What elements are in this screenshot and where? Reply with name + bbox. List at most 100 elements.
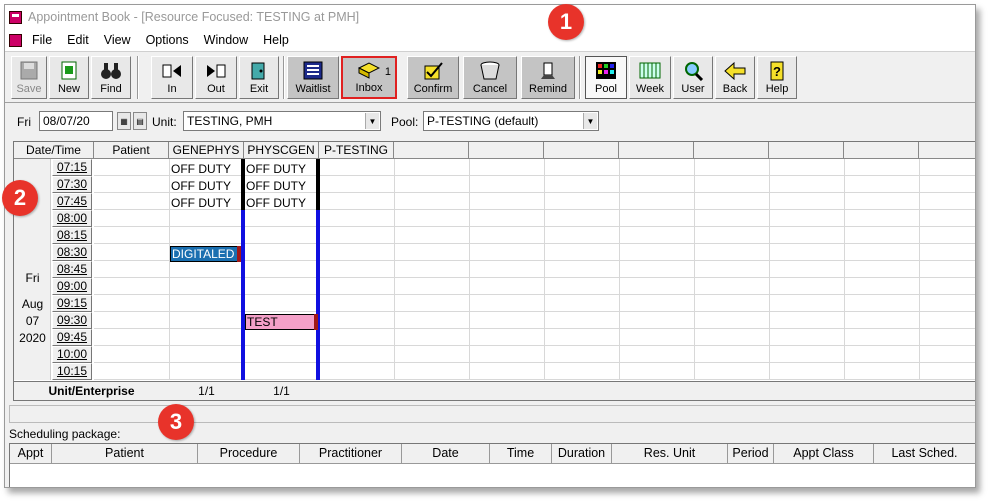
time-slot[interactable]: 09:00 — [52, 278, 92, 295]
save-icon — [20, 61, 38, 80]
callout-badge-1: 1 — [548, 4, 584, 40]
sched-col-practitioner[interactable]: Practitioner — [300, 444, 402, 464]
trash-icon — [480, 61, 500, 80]
date-input[interactable]: 08/07/20 — [39, 111, 113, 131]
sched-col-date[interactable]: Date — [402, 444, 490, 464]
header-datetime[interactable]: Date/Time — [14, 142, 94, 159]
appointment-digitaled[interactable]: DIGITALED — [170, 246, 240, 262]
confirm-button[interactable]: Confirm — [407, 56, 459, 99]
time-slot[interactable]: 09:30 — [52, 312, 92, 329]
time-slot[interactable]: 07:45 — [52, 193, 92, 210]
cancel-button[interactable]: Cancel — [463, 56, 517, 99]
chevron-down-icon[interactable]: ▼ — [583, 113, 597, 129]
toolbar-separator — [283, 56, 285, 99]
new-button[interactable]: New — [49, 56, 89, 99]
time-slot[interactable]: 08:45 — [52, 261, 92, 278]
header-p-testing[interactable]: P-TESTING — [319, 142, 394, 159]
waitlist-button[interactable]: Waitlist — [287, 56, 339, 99]
save-button[interactable]: Save — [11, 56, 47, 99]
binoculars-icon — [101, 63, 121, 79]
scheduling-package-label: Scheduling package: — [9, 427, 121, 441]
pool-button[interactable]: Pool — [585, 56, 627, 99]
sched-col-last-sched[interactable]: Last Sched. — [874, 444, 975, 464]
sched-col-appt[interactable]: Appt — [10, 444, 52, 464]
chevron-down-icon[interactable]: ▼ — [365, 113, 379, 129]
sched-col-time[interactable]: Time — [490, 444, 552, 464]
appointment-grid: Date/Time Patient GENEPHYS PHYSCGEN P-TE… — [13, 141, 975, 401]
calendar-icon[interactable]: ▦ — [117, 112, 131, 130]
magnifier-icon — [685, 62, 704, 81]
toolbar: Save New Find In Out Exit Waitlist 1 Inb… — [5, 51, 975, 103]
sched-col-patient[interactable]: Patient — [52, 444, 198, 464]
menu-help[interactable]: Help — [263, 33, 289, 47]
date-year: 2020 — [19, 331, 46, 345]
document-icon[interactable] — [9, 33, 22, 47]
inbox-button[interactable]: 1 Inbox — [341, 56, 397, 99]
week-button[interactable]: Week — [629, 56, 671, 99]
remind-button[interactable]: Remind — [521, 56, 575, 99]
grid-column-line — [694, 159, 695, 380]
header-empty — [544, 142, 619, 159]
sched-col-duration[interactable]: Duration — [552, 444, 612, 464]
header-physcgen[interactable]: PHYSCGEN — [244, 142, 319, 159]
help-button[interactable]: ? Help — [757, 56, 797, 99]
help-icon: ? — [770, 61, 784, 81]
sched-col-period[interactable]: Period — [728, 444, 774, 464]
header-empty — [394, 142, 469, 159]
scheduling-splitter[interactable] — [9, 405, 975, 423]
check-out-button[interactable]: Out — [195, 56, 237, 99]
unit-select[interactable]: TESTING, PMH ▼ — [183, 111, 381, 131]
menu-file[interactable]: File — [32, 33, 52, 47]
header-empty — [919, 142, 975, 159]
pool-label: Pool: — [391, 115, 419, 129]
grid-column-line — [769, 159, 770, 380]
window-title: Appointment Book - [Resource Focused: TE… — [28, 10, 360, 24]
off-duty-label: OFF DUTY — [246, 162, 306, 176]
check-in-button[interactable]: In — [151, 56, 193, 99]
menu-bar: File Edit View Options Window Help — [5, 29, 975, 51]
header-empty — [619, 142, 694, 159]
header-empty — [469, 142, 544, 159]
pool-icon — [596, 62, 616, 79]
sched-col-appt-class[interactable]: Appt Class — [774, 444, 874, 464]
header-empty — [844, 142, 919, 159]
time-slot[interactable]: 08:00 — [52, 210, 92, 227]
off-duty-label: OFF DUTY — [246, 196, 306, 210]
sched-col-procedure[interactable]: Procedure — [198, 444, 300, 464]
menu-window[interactable]: Window — [204, 33, 248, 47]
find-button[interactable]: Find — [91, 56, 131, 99]
header-genephys[interactable]: GENEPHYS — [169, 142, 244, 159]
user-button[interactable]: User — [673, 56, 713, 99]
time-slot[interactable]: 08:15 — [52, 227, 92, 244]
time-slot[interactable]: 07:15 — [52, 159, 92, 176]
time-slot[interactable]: 07:30 — [52, 176, 92, 193]
inbox-count: 1 — [384, 66, 391, 78]
exit-icon — [251, 62, 265, 80]
back-button[interactable]: Back — [715, 56, 755, 99]
header-patient[interactable]: Patient — [94, 142, 169, 159]
grid-column-line — [919, 159, 920, 380]
footer-label: Unit/Enterprise — [48, 384, 135, 398]
sched-col-res-unit[interactable]: Res. Unit — [612, 444, 728, 464]
grid-column-line — [169, 159, 170, 380]
appointment-test[interactable]: TEST — [245, 314, 315, 330]
menu-edit[interactable]: Edit — [67, 33, 89, 47]
pool-select[interactable]: P-TESTING (default) ▼ — [423, 111, 599, 131]
exit-button[interactable]: Exit — [239, 56, 279, 99]
time-slot[interactable]: 10:15 — [52, 363, 92, 380]
back-arrow-icon — [724, 61, 746, 81]
waitlist-icon — [303, 61, 323, 80]
check-out-icon — [207, 64, 226, 78]
grid-column-line — [619, 159, 620, 380]
menu-options[interactable]: Options — [146, 33, 189, 47]
time-slot[interactable]: 09:15 — [52, 295, 92, 312]
time-slot[interactable]: 08:30 — [52, 244, 92, 261]
time-slot[interactable]: 09:45 — [52, 329, 92, 346]
confirm-icon — [424, 62, 443, 80]
menu-view[interactable]: View — [104, 33, 131, 47]
time-slot[interactable]: 10:00 — [52, 346, 92, 363]
calendar-nav-icon[interactable]: ▤ — [133, 112, 147, 130]
resource-bar-genephys-offduty — [241, 159, 245, 210]
resource-bar-physcgen — [316, 210, 320, 380]
week-icon — [639, 62, 661, 79]
